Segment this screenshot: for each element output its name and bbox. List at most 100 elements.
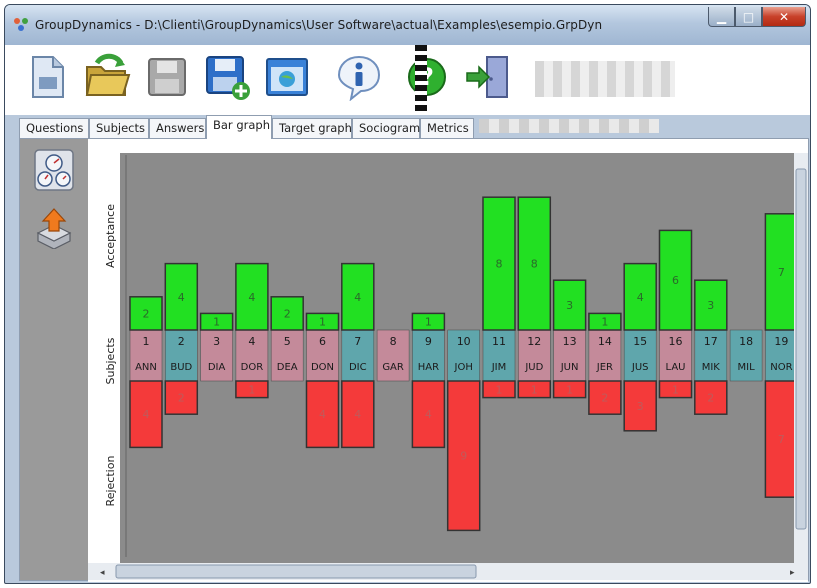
obscured-tab-area bbox=[479, 119, 659, 133]
subject-number: 1 bbox=[143, 335, 150, 348]
maximize-icon[interactable]: □ bbox=[735, 7, 762, 27]
acceptance-value: 1 bbox=[213, 316, 220, 329]
subject-code: ANN bbox=[135, 362, 157, 373]
obscured-toolbar-area bbox=[415, 45, 427, 115]
axis-label-rejection: Rejection bbox=[104, 456, 117, 507]
web-browser-icon[interactable] bbox=[263, 53, 311, 101]
rejection-value: 2 bbox=[707, 392, 714, 405]
subject-number: 5 bbox=[284, 335, 291, 348]
acceptance-value: 4 bbox=[248, 291, 255, 304]
rejection-value: 2 bbox=[601, 392, 608, 405]
acceptance-value: 3 bbox=[566, 299, 573, 312]
scrollbar-thumb[interactable] bbox=[115, 564, 477, 579]
tab-answers[interactable]: Answers bbox=[149, 118, 206, 138]
help-icon[interactable]: ? bbox=[405, 53, 453, 101]
subject-code: JER bbox=[596, 362, 613, 373]
subject-code: LAU bbox=[666, 362, 686, 373]
tab-target-graph[interactable]: Target graph bbox=[272, 118, 352, 138]
acceptance-value: 2 bbox=[284, 307, 291, 320]
subject-number: 8 bbox=[390, 335, 397, 348]
subject-number: 11 bbox=[492, 335, 506, 348]
subject-number: 9 bbox=[425, 335, 432, 348]
tab-bar-graph[interactable]: Bar graph bbox=[206, 115, 272, 139]
rejection-value: 1 bbox=[566, 383, 573, 396]
acceptance-value: 1 bbox=[425, 316, 432, 329]
subject-code: GAR bbox=[382, 362, 404, 373]
subject-number: 14 bbox=[598, 335, 612, 348]
rejection-value: 1 bbox=[672, 383, 679, 396]
subject-code: NOR bbox=[770, 362, 792, 373]
subject-number: 19 bbox=[774, 335, 788, 348]
subject-number: 15 bbox=[633, 335, 647, 348]
window-title: GroupDynamics - D:\Clienti\GroupDynamics… bbox=[35, 18, 603, 32]
subject-number: 18 bbox=[739, 335, 753, 348]
export-tray-icon[interactable] bbox=[34, 207, 74, 249]
subject-code: JUN bbox=[560, 362, 579, 373]
acceptance-value: 2 bbox=[143, 307, 150, 320]
rejection-value: 3 bbox=[637, 400, 644, 413]
subject-code: MIK bbox=[702, 362, 721, 373]
tab-questions[interactable]: Questions bbox=[19, 118, 89, 138]
subject-code: BUD bbox=[170, 362, 192, 373]
axis-label-acceptance: Acceptance bbox=[104, 204, 117, 268]
toolbar: ? bbox=[5, 45, 810, 115]
tab-bar: Questions Subjects Answers Bar graph Tar… bbox=[19, 115, 809, 139]
minimize-icon[interactable]: ▁ bbox=[708, 7, 735, 27]
subject-number: 3 bbox=[213, 335, 220, 348]
subject-number: 16 bbox=[669, 335, 683, 348]
acceptance-value: 4 bbox=[354, 291, 361, 304]
subject-number: 13 bbox=[563, 335, 577, 348]
vertical-scrollbar-thumb[interactable] bbox=[795, 168, 807, 530]
axis-label-subjects: Subjects bbox=[104, 337, 117, 384]
rejection-value: 7 bbox=[778, 433, 785, 446]
gauges-icon[interactable] bbox=[34, 149, 74, 191]
acceptance-value: 4 bbox=[637, 291, 644, 304]
bar-chart: Acceptance Subjects Rejection 1 ANN 2 4 2 BUD… bbox=[88, 139, 808, 582]
subject-number: 12 bbox=[527, 335, 541, 348]
save-disk-icon[interactable] bbox=[143, 53, 191, 101]
acceptance-value: 1 bbox=[319, 316, 326, 329]
subject-number: 6 bbox=[319, 335, 326, 348]
window-controls: ▁ □ ✕ bbox=[708, 7, 806, 29]
rejection-value: 2 bbox=[178, 392, 185, 405]
exit-door-icon[interactable] bbox=[465, 53, 513, 101]
info-icon[interactable] bbox=[335, 53, 383, 101]
scroll-left-icon[interactable]: ◂ bbox=[100, 568, 105, 578]
subject-number: 4 bbox=[248, 335, 255, 348]
subject-number: 2 bbox=[178, 335, 185, 348]
subject-code: DON bbox=[311, 362, 334, 373]
obscured-toolbar-area bbox=[535, 61, 675, 97]
subject-code: DIC bbox=[349, 362, 367, 373]
app-window: GroupDynamics - D:\Clienti\GroupDynamics… bbox=[4, 4, 811, 584]
subject-code: JUD bbox=[524, 362, 543, 373]
subject-number: 10 bbox=[457, 335, 471, 348]
subject-code: HAR bbox=[418, 362, 439, 373]
close-icon[interactable]: ✕ bbox=[762, 7, 806, 27]
subject-code: JUS bbox=[631, 362, 649, 373]
new-document-icon[interactable] bbox=[23, 53, 71, 101]
tab-subjects[interactable]: Subjects bbox=[89, 118, 149, 138]
tab-metrics[interactable]: Metrics bbox=[420, 118, 474, 138]
rejection-value: 1 bbox=[531, 383, 538, 396]
acceptance-value: 3 bbox=[707, 299, 714, 312]
subject-number: 17 bbox=[704, 335, 718, 348]
subject-code: DOR bbox=[241, 362, 264, 373]
rejection-value: 1 bbox=[248, 383, 255, 396]
app-logo-icon bbox=[14, 18, 28, 31]
scroll-right-icon[interactable]: ▸ bbox=[790, 568, 795, 578]
open-folder-icon[interactable] bbox=[83, 53, 131, 101]
acceptance-value: 8 bbox=[531, 258, 538, 271]
rejection-value: 9 bbox=[460, 450, 467, 463]
acceptance-value: 4 bbox=[178, 291, 185, 304]
bar-graph-panel: Acceptance Subjects Rejection 1 ANN 2 4 2 BUD… bbox=[19, 138, 809, 582]
title-bar[interactable]: GroupDynamics - D:\Clienti\GroupDynamics… bbox=[5, 5, 810, 45]
acceptance-value: 8 bbox=[496, 258, 503, 271]
subject-code: JOH bbox=[454, 362, 473, 373]
tab-sociogram[interactable]: Sociogram bbox=[352, 118, 420, 138]
rejection-value: 1 bbox=[496, 383, 503, 396]
subject-code: DIA bbox=[208, 362, 226, 373]
acceptance-value: 7 bbox=[778, 266, 785, 279]
chart-area: Acceptance Subjects Rejection 1 ANN 2 4 2 BUD… bbox=[88, 139, 808, 582]
save-as-disk-icon[interactable] bbox=[203, 53, 251, 101]
acceptance-value: 6 bbox=[672, 274, 679, 287]
